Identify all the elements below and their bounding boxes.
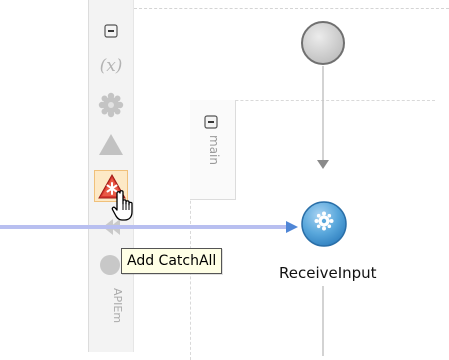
main-scope-label: main xyxy=(207,135,221,165)
start-node[interactable] xyxy=(299,19,347,67)
event-handler-icon xyxy=(100,255,120,275)
collapse-icon xyxy=(204,115,218,129)
collapse-main-button[interactable] xyxy=(203,114,219,130)
receive-input-activity[interactable] xyxy=(299,199,349,249)
start-circle-icon xyxy=(301,21,345,65)
activity-label: ReceiveInput xyxy=(279,264,377,282)
add-catch-button[interactable] xyxy=(97,131,125,157)
collapse-scope-button[interactable] xyxy=(103,23,119,39)
scope-name-label: APIEm xyxy=(111,288,124,324)
collapse-icon xyxy=(104,24,118,38)
correlation-sets-button[interactable] xyxy=(98,92,124,118)
correlation-icon xyxy=(98,92,124,118)
variables-button[interactable]: (x) xyxy=(96,54,126,78)
hand-cursor-icon xyxy=(111,190,133,221)
variables-icon: (x) xyxy=(99,56,123,76)
drag-arrowhead-icon xyxy=(286,221,298,233)
event-handler-button[interactable] xyxy=(96,252,124,278)
outer-scope-border xyxy=(134,8,449,9)
add-catch-icon xyxy=(99,134,123,155)
tooltip: Add CatchAll xyxy=(121,248,223,274)
receive-activity-icon xyxy=(301,201,347,247)
drag-connector-line xyxy=(0,221,298,233)
flow-arrowhead-icon xyxy=(317,160,329,169)
